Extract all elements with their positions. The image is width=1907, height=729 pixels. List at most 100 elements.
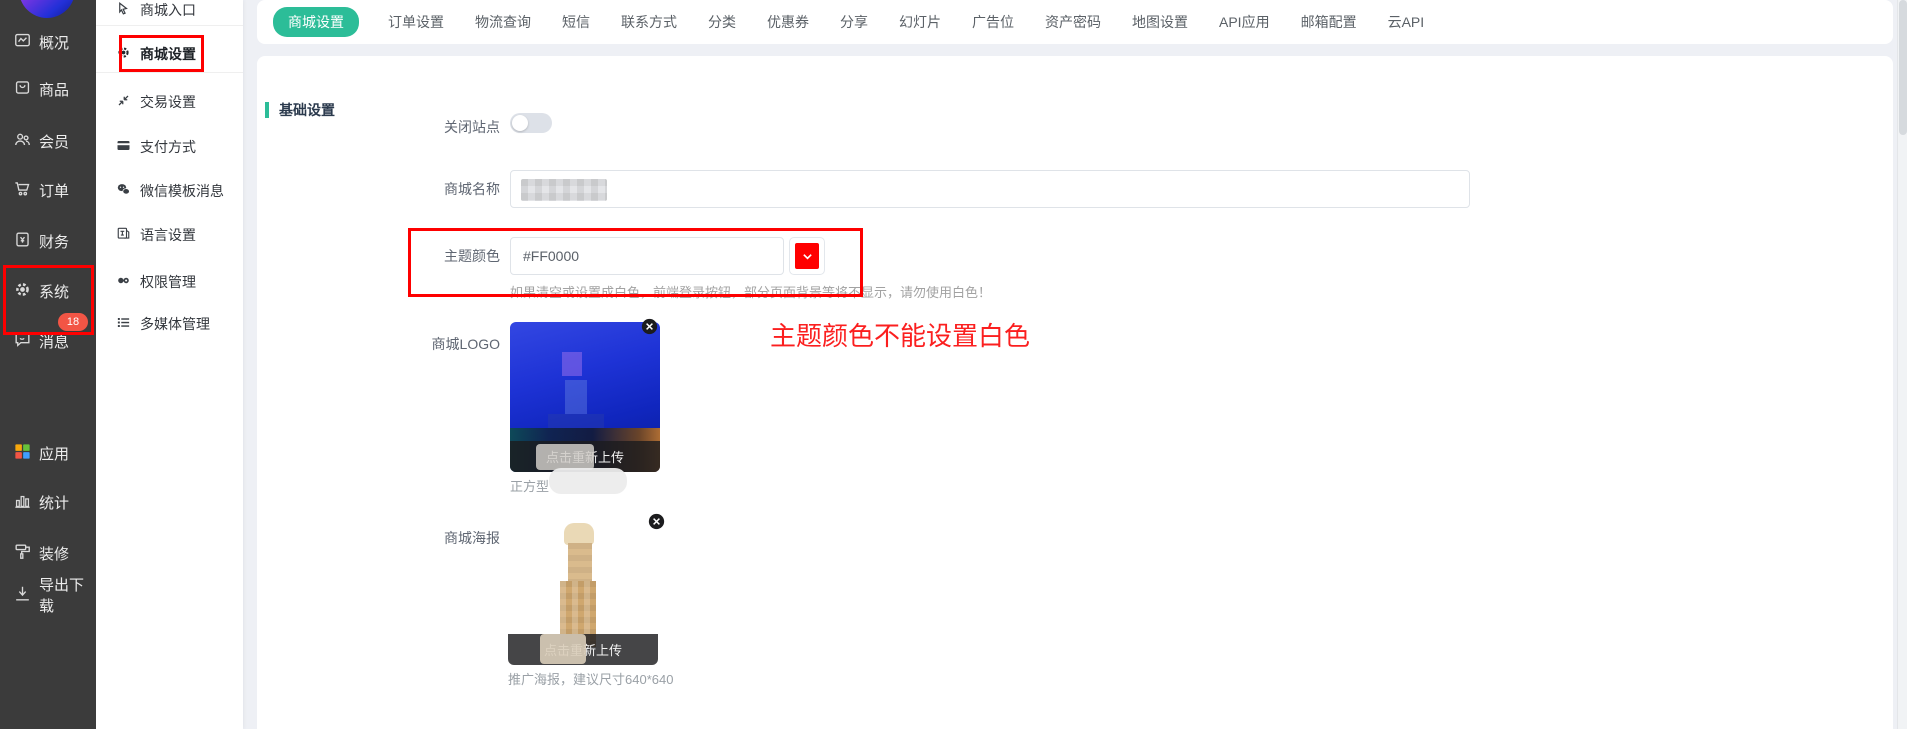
chat-bubbles-icon bbox=[116, 182, 131, 200]
paint-roller-icon bbox=[13, 542, 32, 565]
sidebar-item-goods[interactable]: 商品 bbox=[0, 72, 96, 106]
download-icon bbox=[13, 584, 32, 607]
close-site-toggle[interactable] bbox=[510, 113, 552, 133]
cart-icon bbox=[13, 179, 32, 202]
sidebar-item-label: 导出下载 bbox=[39, 574, 96, 616]
gear-icon bbox=[116, 45, 131, 63]
sidebar-item-label: 会员 bbox=[39, 131, 69, 152]
tab-ad-slot[interactable]: 广告位 bbox=[970, 7, 1016, 37]
section-title: 基础设置 bbox=[279, 100, 335, 120]
divider bbox=[96, 25, 243, 26]
sidebar-item-label: 概况 bbox=[39, 32, 69, 53]
chat-icon bbox=[13, 330, 32, 353]
section-header: 基础设置 bbox=[265, 100, 335, 120]
upload-bar-label: 点击重新上传 bbox=[546, 447, 624, 466]
submenu-item-label: 商城设置 bbox=[140, 44, 196, 64]
theme-color-input[interactable] bbox=[510, 237, 784, 275]
submenu-item-multimedia[interactable]: 多媒体管理 bbox=[96, 309, 243, 339]
submenu-item-label: 微信模板消息 bbox=[140, 181, 224, 201]
pointer-hand-icon bbox=[116, 1, 131, 19]
divider bbox=[96, 72, 243, 73]
logo-caption-text: 正方型 bbox=[510, 479, 549, 494]
submenu-item-payment-methods[interactable]: 支付方式 bbox=[96, 132, 243, 162]
sidebar-item-apps[interactable]: 应用 bbox=[0, 436, 96, 470]
annotation-note-text: 主题颜色不能设置白色 bbox=[770, 316, 1030, 353]
pixel-block bbox=[568, 543, 592, 583]
pixel-block bbox=[564, 523, 594, 545]
mall-name-input[interactable] bbox=[510, 170, 1470, 208]
logo-reupload-button[interactable]: 点击重新上传 bbox=[510, 441, 660, 472]
pixel-block bbox=[562, 352, 582, 376]
color-picker-button[interactable] bbox=[789, 237, 825, 275]
sidebar-item-label: 装修 bbox=[39, 543, 69, 564]
settings-tab-bar: 商城设置 订单设置 物流查询 短信 联系方式 分类 优惠券 分享 幻灯片 广告位… bbox=[257, 0, 1893, 44]
sidebar-item-members[interactable]: 会员 bbox=[0, 124, 96, 158]
sidebar-item-label: 订单 bbox=[39, 180, 69, 201]
poster-upload[interactable]: 点击重新上传 bbox=[508, 515, 658, 665]
goods-icon bbox=[13, 78, 32, 101]
page-scrollbar[interactable] bbox=[1897, 0, 1907, 729]
primary-sidebar: 概况 商品 会员 订单 财务 系统 消息 应用 统计 装修 导出下载 bbox=[0, 0, 96, 729]
theme-color-hint: 如果清空或设置成白色，前端登录按钮，部分页面背景等将不显示，请勿使用白色！ bbox=[510, 282, 991, 301]
sidebar-item-system[interactable]: 系统 bbox=[0, 274, 96, 308]
logo-caption: 正方型 bbox=[510, 476, 549, 495]
tab-slides[interactable]: 幻灯片 bbox=[897, 7, 943, 37]
remove-poster-icon[interactable] bbox=[648, 513, 665, 530]
submenu-item-wechat-template[interactable]: 微信模板消息 bbox=[96, 176, 243, 206]
tab-share[interactable]: 分享 bbox=[838, 7, 870, 37]
submenu-item-label: 语言设置 bbox=[140, 225, 196, 245]
tab-map-settings[interactable]: 地图设置 bbox=[1130, 7, 1190, 37]
poster-image: 点击重新上传 bbox=[508, 515, 658, 665]
sidebar-item-stats[interactable]: 统计 bbox=[0, 485, 96, 519]
color-swatch bbox=[795, 243, 819, 269]
sidebar-item-export-download[interactable]: 导出下载 bbox=[0, 578, 96, 612]
tab-api-app[interactable]: API应用 bbox=[1217, 7, 1272, 37]
tab-asset-password[interactable]: 资产密码 bbox=[1043, 7, 1103, 37]
chevron-down-icon bbox=[802, 251, 813, 262]
redacted-value-blur bbox=[521, 179, 607, 201]
theme-color-label: 主题颜色 bbox=[380, 246, 500, 266]
sidebar-item-label: 商品 bbox=[39, 79, 69, 100]
mall-name-label: 商城名称 bbox=[380, 179, 500, 199]
poster-reupload-button[interactable]: 点击重新上传 bbox=[508, 634, 658, 665]
secondary-sidebar: 商城入口 商城设置 交易设置 支付方式 微信模板消息 语言设置 权限管理 多媒体… bbox=[96, 0, 243, 729]
submenu-item-label: 支付方式 bbox=[140, 137, 196, 157]
basic-settings-panel: 基础设置 关闭站点 商城名称 主题颜色 如果清空或设置成白色，前端登录按钮，部分… bbox=[257, 56, 1893, 729]
apps-grid-icon bbox=[13, 442, 32, 465]
pixel-block bbox=[548, 414, 604, 428]
tab-coupon[interactable]: 优惠券 bbox=[765, 7, 811, 37]
tab-sms[interactable]: 短信 bbox=[560, 7, 592, 37]
remove-logo-icon[interactable] bbox=[641, 318, 658, 335]
sidebar-item-overview[interactable]: 概况 bbox=[0, 25, 96, 59]
submenu-item-mall-settings[interactable]: 商城设置 bbox=[96, 39, 243, 69]
scrollbar-thumb[interactable] bbox=[1899, 0, 1907, 135]
sidebar-item-decorate[interactable]: 装修 bbox=[0, 536, 96, 570]
list-icon bbox=[116, 315, 131, 333]
tab-cloud-api[interactable]: 云API bbox=[1386, 7, 1427, 37]
tab-mail-config[interactable]: 邮箱配置 bbox=[1299, 7, 1359, 37]
logo-upload[interactable]: 点击重新上传 bbox=[510, 322, 660, 472]
members-icon bbox=[13, 130, 32, 153]
submenu-item-label: 权限管理 bbox=[140, 272, 196, 292]
mall-logo-label: 商城LOGO bbox=[380, 334, 500, 354]
section-accent-bar bbox=[265, 102, 269, 118]
sidebar-item-orders[interactable]: 订单 bbox=[0, 173, 96, 207]
submenu-item-language-settings[interactable]: 语言设置 bbox=[96, 220, 243, 250]
arrows-icon bbox=[116, 93, 131, 111]
finance-icon bbox=[13, 230, 32, 253]
submenu-item-trade-settings[interactable]: 交易设置 bbox=[96, 87, 243, 117]
submenu-item-permissions[interactable]: 权限管理 bbox=[96, 267, 243, 297]
tab-order-settings[interactable]: 订单设置 bbox=[386, 7, 446, 37]
submenu-item-mall-entrance[interactable]: 商城入口 bbox=[96, 0, 243, 25]
tab-logistics-query[interactable]: 物流查询 bbox=[473, 7, 533, 37]
submenu-item-label: 商城入口 bbox=[140, 0, 196, 20]
sidebar-item-finance[interactable]: 财务 bbox=[0, 224, 96, 258]
bar-chart-icon bbox=[13, 491, 32, 514]
gear-icon bbox=[13, 280, 32, 303]
credit-card-icon bbox=[116, 138, 131, 156]
tab-category[interactable]: 分类 bbox=[706, 7, 738, 37]
upload-bar-label: 点击重新上传 bbox=[544, 640, 622, 659]
tab-mall-settings[interactable]: 商城设置 bbox=[273, 7, 359, 37]
tab-contact[interactable]: 联系方式 bbox=[619, 7, 679, 37]
mall-poster-label: 商城海报 bbox=[380, 528, 500, 548]
